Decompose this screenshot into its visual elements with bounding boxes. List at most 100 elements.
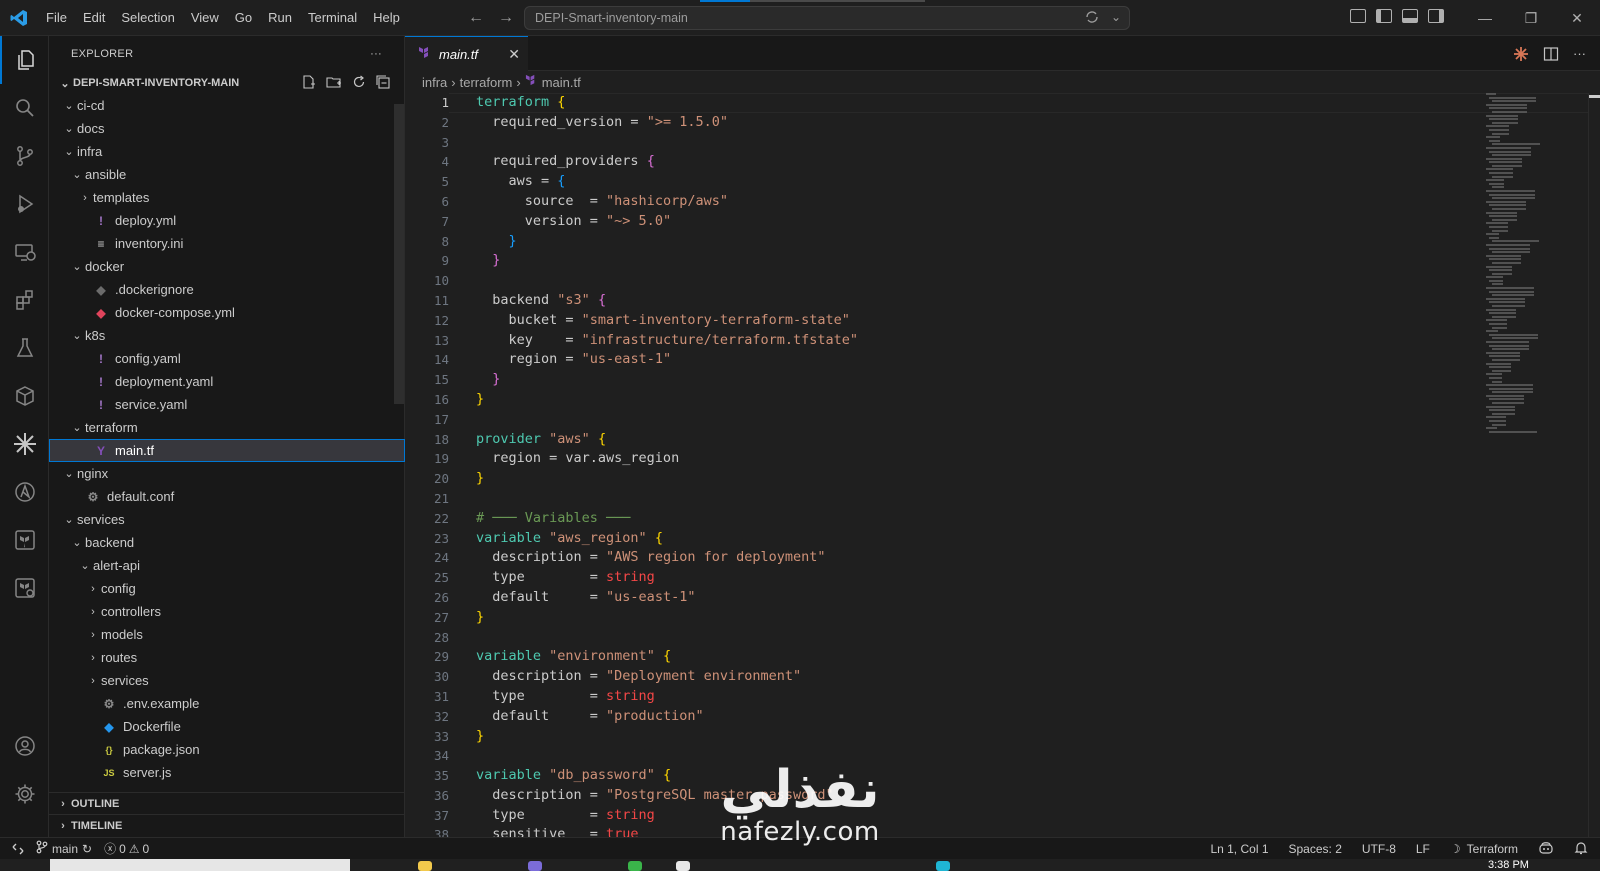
containers-icon[interactable] (0, 372, 49, 420)
code-line[interactable]: variable "aws_region" { (476, 529, 858, 549)
code-line[interactable]: version = "~> 5.0" (476, 212, 858, 232)
menu-terminal[interactable]: Terminal (300, 0, 365, 36)
tree-file[interactable]: Ymain.tf (49, 439, 405, 462)
cursor-position[interactable]: Ln 1, Col 1 (1210, 842, 1268, 856)
breadcrumb-file[interactable]: main.tf (542, 75, 581, 90)
tree-folder[interactable]: ⌄ docker (49, 255, 405, 278)
code-line[interactable] (476, 410, 858, 430)
terraform-cloud-icon[interactable] (0, 564, 49, 612)
code-line[interactable] (476, 489, 858, 509)
settings-gear-icon[interactable] (0, 770, 49, 818)
code-line[interactable] (476, 133, 858, 153)
remote-indicator-icon[interactable] (0, 838, 36, 860)
code-line[interactable]: terraform { (476, 93, 858, 113)
code-line[interactable]: required_providers { (476, 152, 858, 172)
ansible-icon[interactable] (0, 468, 49, 516)
code-line[interactable]: description = "Deployment environment" (476, 667, 858, 687)
toggle-primary-sidebar-icon[interactable] (1376, 9, 1392, 23)
encoding[interactable]: UTF-8 (1362, 842, 1396, 856)
menu-file[interactable]: File (38, 0, 75, 36)
problems-indicator[interactable]: ⓧ 0 ⚠ 0 (104, 840, 149, 857)
testing-icon[interactable] (0, 324, 49, 372)
explorer-more-actions[interactable]: ··· (370, 48, 382, 60)
tree-file[interactable]: ⚙ .env.example (49, 692, 405, 715)
tree-folder[interactable]: ⌄ k8s (49, 324, 405, 347)
editor-scrollbar[interactable] (1588, 93, 1600, 837)
toggle-secondary-sidebar-icon[interactable] (1428, 9, 1444, 23)
breadcrumb-terraform[interactable]: terraform (460, 75, 513, 90)
code-line[interactable]: region = var.aws_region (476, 449, 858, 469)
tree-file[interactable]: {} package.json (49, 738, 405, 761)
back-arrow-icon[interactable]: ← (468, 9, 484, 27)
tree-file[interactable]: ! deployment.yaml (49, 370, 405, 393)
terraform-icon[interactable] (0, 516, 49, 564)
code-line[interactable]: backend "s3" { (476, 291, 858, 311)
tree-file[interactable]: ≡ inventory.ini (49, 232, 405, 255)
claude-code-icon[interactable] (1513, 46, 1529, 65)
taskbar-search-box[interactable] (50, 859, 350, 871)
app-taskbar-icon[interactable] (676, 861, 690, 871)
app-taskbar-icon-2[interactable] (936, 861, 950, 871)
code-line[interactable]: aws = { (476, 172, 858, 192)
language-mode[interactable]: ☽ Terraform (1450, 842, 1518, 856)
customize-layout-icon[interactable] (1350, 9, 1366, 23)
explorer-icon[interactable] (0, 36, 49, 84)
outline-section[interactable]: › OUTLINE (49, 792, 405, 814)
menu-run[interactable]: Run (260, 0, 300, 36)
tree-folder[interactable]: › config (49, 577, 405, 600)
workspace-root[interactable]: ⌄ DEPI-SMART-INVENTORY-MAIN (49, 72, 404, 94)
minimap[interactable] (1486, 93, 1586, 493)
end-of-line[interactable]: LF (1416, 842, 1430, 856)
sync-icon[interactable]: ↻ (82, 842, 92, 856)
new-folder-icon[interactable] (326, 75, 342, 92)
more-actions-icon[interactable]: ··· (1573, 46, 1586, 65)
menu-view[interactable]: View (183, 0, 227, 36)
code-line[interactable]: required_version = ">= 1.5.0" (476, 113, 858, 133)
code-line[interactable]: type = string (476, 687, 858, 707)
code-line[interactable]: } (476, 469, 858, 489)
code-line[interactable]: } (476, 232, 858, 252)
chevron-down-icon[interactable]: ⌄ (1111, 10, 1121, 27)
tree-file[interactable]: ◆ Dockerfile (49, 715, 405, 738)
code-line[interactable]: } (476, 390, 858, 410)
tree-folder[interactable]: › controllers (49, 600, 405, 623)
source-control-icon[interactable] (0, 132, 49, 180)
split-editor-icon[interactable] (1543, 46, 1559, 65)
run-debug-icon[interactable] (0, 180, 49, 228)
tree-file[interactable]: ! deploy.yml (49, 209, 405, 232)
restore-icon[interactable]: ❐ (1508, 0, 1554, 36)
vscode-taskbar-icon[interactable] (528, 861, 542, 871)
tree-folder[interactable]: ⌄ nginx (49, 462, 405, 485)
tree-file[interactable]: JS server.js (49, 761, 405, 784)
forward-arrow-icon[interactable]: → (498, 9, 514, 27)
branch-indicator[interactable]: main ↻ (36, 840, 92, 857)
tree-folder[interactable]: ⌄ ansible (49, 163, 405, 186)
minimize-icon[interactable]: — (1462, 0, 1508, 36)
code-line[interactable]: source = "hashicorp/aws" (476, 192, 858, 212)
taskbar-clock[interactable]: 3:38 PM (1488, 859, 1529, 871)
tree-folder[interactable]: ⌄ docs (49, 117, 405, 140)
tree-file[interactable]: ! service.yaml (49, 393, 405, 416)
tree-folder[interactable]: › services (49, 669, 405, 692)
tree-folder[interactable]: › routes (49, 646, 405, 669)
code-line[interactable]: bucket = "smart-inventory-terraform-stat… (476, 311, 858, 331)
code-line[interactable] (476, 271, 858, 291)
account-icon[interactable] (0, 722, 49, 770)
copilot-icon[interactable] (1538, 841, 1554, 858)
code-line[interactable]: region = "us-east-1" (476, 350, 858, 370)
tab-main-tf[interactable]: main.tf ✕ (405, 36, 528, 71)
code-line[interactable]: type = string (476, 568, 858, 588)
tree-folder[interactable]: › models (49, 623, 405, 646)
collapse-all-icon[interactable] (376, 74, 390, 92)
tree-file[interactable]: ◆ docker-compose.yml (49, 301, 405, 324)
sidebar-scrollbar[interactable] (394, 104, 404, 404)
toggle-panel-icon[interactable] (1402, 9, 1418, 23)
tree-folder[interactable]: ⌄ terraform (49, 416, 405, 439)
tree-file[interactable]: ◆ .dockerignore (49, 278, 405, 301)
refresh-icon[interactable] (352, 75, 366, 92)
code-line[interactable]: } (476, 251, 858, 271)
indentation[interactable]: Spaces: 2 (1289, 842, 1342, 856)
tree-folder[interactable]: ⌄ services (49, 508, 405, 531)
notifications-bell-icon[interactable] (1574, 841, 1588, 858)
command-center[interactable]: DEPI-Smart-inventory-main ⌄ (524, 6, 1130, 30)
